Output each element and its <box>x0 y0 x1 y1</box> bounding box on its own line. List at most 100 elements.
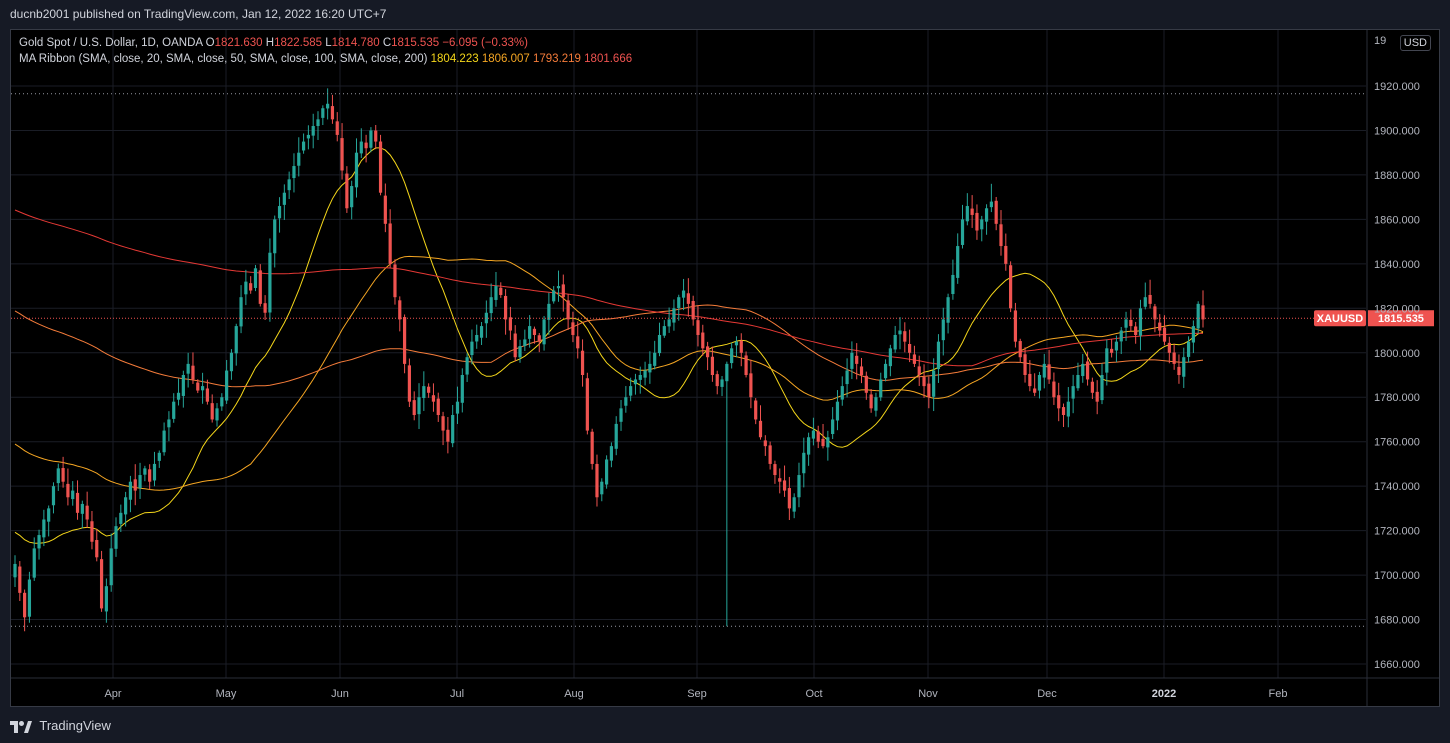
candle-body <box>932 370 936 397</box>
candle-body <box>427 386 431 393</box>
candle-body <box>624 397 628 406</box>
time-tick-label: Oct <box>805 688 822 700</box>
candle-body <box>816 431 820 442</box>
candle-body <box>638 375 642 380</box>
price-tick-label: 1860.000 <box>1374 214 1420 226</box>
ma200-line <box>14 209 1204 367</box>
candle-body <box>13 563 17 578</box>
candle-body <box>181 375 185 396</box>
candle-body <box>374 130 378 142</box>
symbol-legend-row: Gold Spot / U.S. Dollar, 1D, OANDA O1821… <box>19 35 632 51</box>
candle-body <box>80 503 84 514</box>
candle-body <box>249 283 253 291</box>
candle-body <box>580 350 585 375</box>
candle-body <box>965 206 969 222</box>
candle-body <box>340 138 344 171</box>
candle-body <box>273 219 277 254</box>
candle-body <box>643 370 647 378</box>
candle-body <box>908 344 912 353</box>
candle-body <box>734 341 739 346</box>
tradingview-logo-icon[interactable] <box>10 720 32 733</box>
candle-body <box>239 297 243 327</box>
time-tick-label: Nov <box>918 688 938 700</box>
candle-body <box>475 334 479 342</box>
candle-body <box>1090 381 1094 393</box>
price-tick-label: 1800.000 <box>1374 348 1420 360</box>
chart-pane[interactable]: XAUUSD 1815.535 1660.000 1680.000 1700.000 1… <box>10 29 1440 707</box>
candle-body <box>730 348 734 364</box>
close-label: C <box>382 37 392 49</box>
candle-body <box>244 281 248 295</box>
candle-body <box>157 452 161 461</box>
candle-body <box>792 497 796 512</box>
candle-body <box>345 173 349 209</box>
candle-body <box>1158 322 1162 331</box>
symbol-title[interactable]: Gold Spot / U.S. Dollar, 1D, OANDA <box>19 37 202 49</box>
candle-body <box>398 300 402 320</box>
candle-body <box>1071 386 1075 399</box>
candle-body <box>359 141 363 154</box>
candle-body <box>922 377 926 387</box>
candle-body <box>152 463 157 481</box>
candle-body <box>710 356 715 375</box>
candle-body <box>1114 341 1119 351</box>
candle-body <box>148 469 152 482</box>
price-tick-label: 1680.000 <box>1374 615 1420 627</box>
candle-body <box>1095 391 1099 402</box>
candle-body <box>778 478 782 482</box>
candle-body <box>1134 326 1138 335</box>
candle-body <box>335 121 339 135</box>
candle-body <box>811 430 816 439</box>
candle-body <box>350 186 354 208</box>
currency-badge[interactable]: USD <box>1399 35 1431 51</box>
candle-body <box>537 335 541 342</box>
candle-body <box>489 297 493 314</box>
candle-body <box>1033 388 1037 393</box>
ma100-value: 1793.219 <box>532 53 581 65</box>
candle-body <box>936 341 941 370</box>
candle-body <box>268 252 272 313</box>
candle-body <box>460 375 464 403</box>
candle-body <box>888 348 892 367</box>
candle-body <box>306 134 310 139</box>
candle-body <box>417 397 421 415</box>
candle-body <box>378 141 383 193</box>
candle-body <box>422 386 426 399</box>
candle-body <box>1119 330 1123 342</box>
candle-body <box>1105 348 1109 373</box>
candle-body <box>975 212 979 231</box>
candle-body <box>1037 375 1042 391</box>
candle-body <box>556 286 561 289</box>
candle-body <box>200 386 205 391</box>
candle-body <box>402 317 407 364</box>
time-tick-label: 2022 <box>1152 688 1176 700</box>
candle-body <box>1028 373 1032 387</box>
footer-brand: TradingView <box>39 718 111 733</box>
candle-body <box>143 468 147 475</box>
candle-body <box>383 195 387 224</box>
candle-body <box>590 431 594 464</box>
candle-body <box>633 379 638 385</box>
candle-body <box>1004 245 1008 264</box>
candle-body <box>701 332 705 349</box>
candle-body <box>354 152 359 188</box>
candle-body <box>927 383 931 398</box>
time-tick-label: Aug <box>564 688 584 700</box>
candle-body <box>364 142 368 149</box>
candle-body <box>879 379 883 398</box>
candle-body <box>547 303 551 320</box>
candle-body <box>681 290 686 298</box>
candle-body <box>104 586 108 612</box>
price-tick-label: 1900.000 <box>1374 125 1420 137</box>
candle-body <box>196 382 200 391</box>
candle-body <box>1138 308 1143 336</box>
candle-body <box>797 475 801 498</box>
candle-body <box>859 366 864 375</box>
price-chart[interactable]: XAUUSD 1815.535 1660.0001680.0001700.0001… <box>11 30 1439 706</box>
ma-ribbon-title[interactable]: MA Ribbon (SMA, close, 20, SMA, close, 5… <box>19 53 427 65</box>
candle-body <box>330 106 335 120</box>
candle-body <box>845 370 849 385</box>
candle-body <box>51 486 56 506</box>
candle-body <box>436 398 440 416</box>
low-value: 1814.780 <box>331 37 380 49</box>
